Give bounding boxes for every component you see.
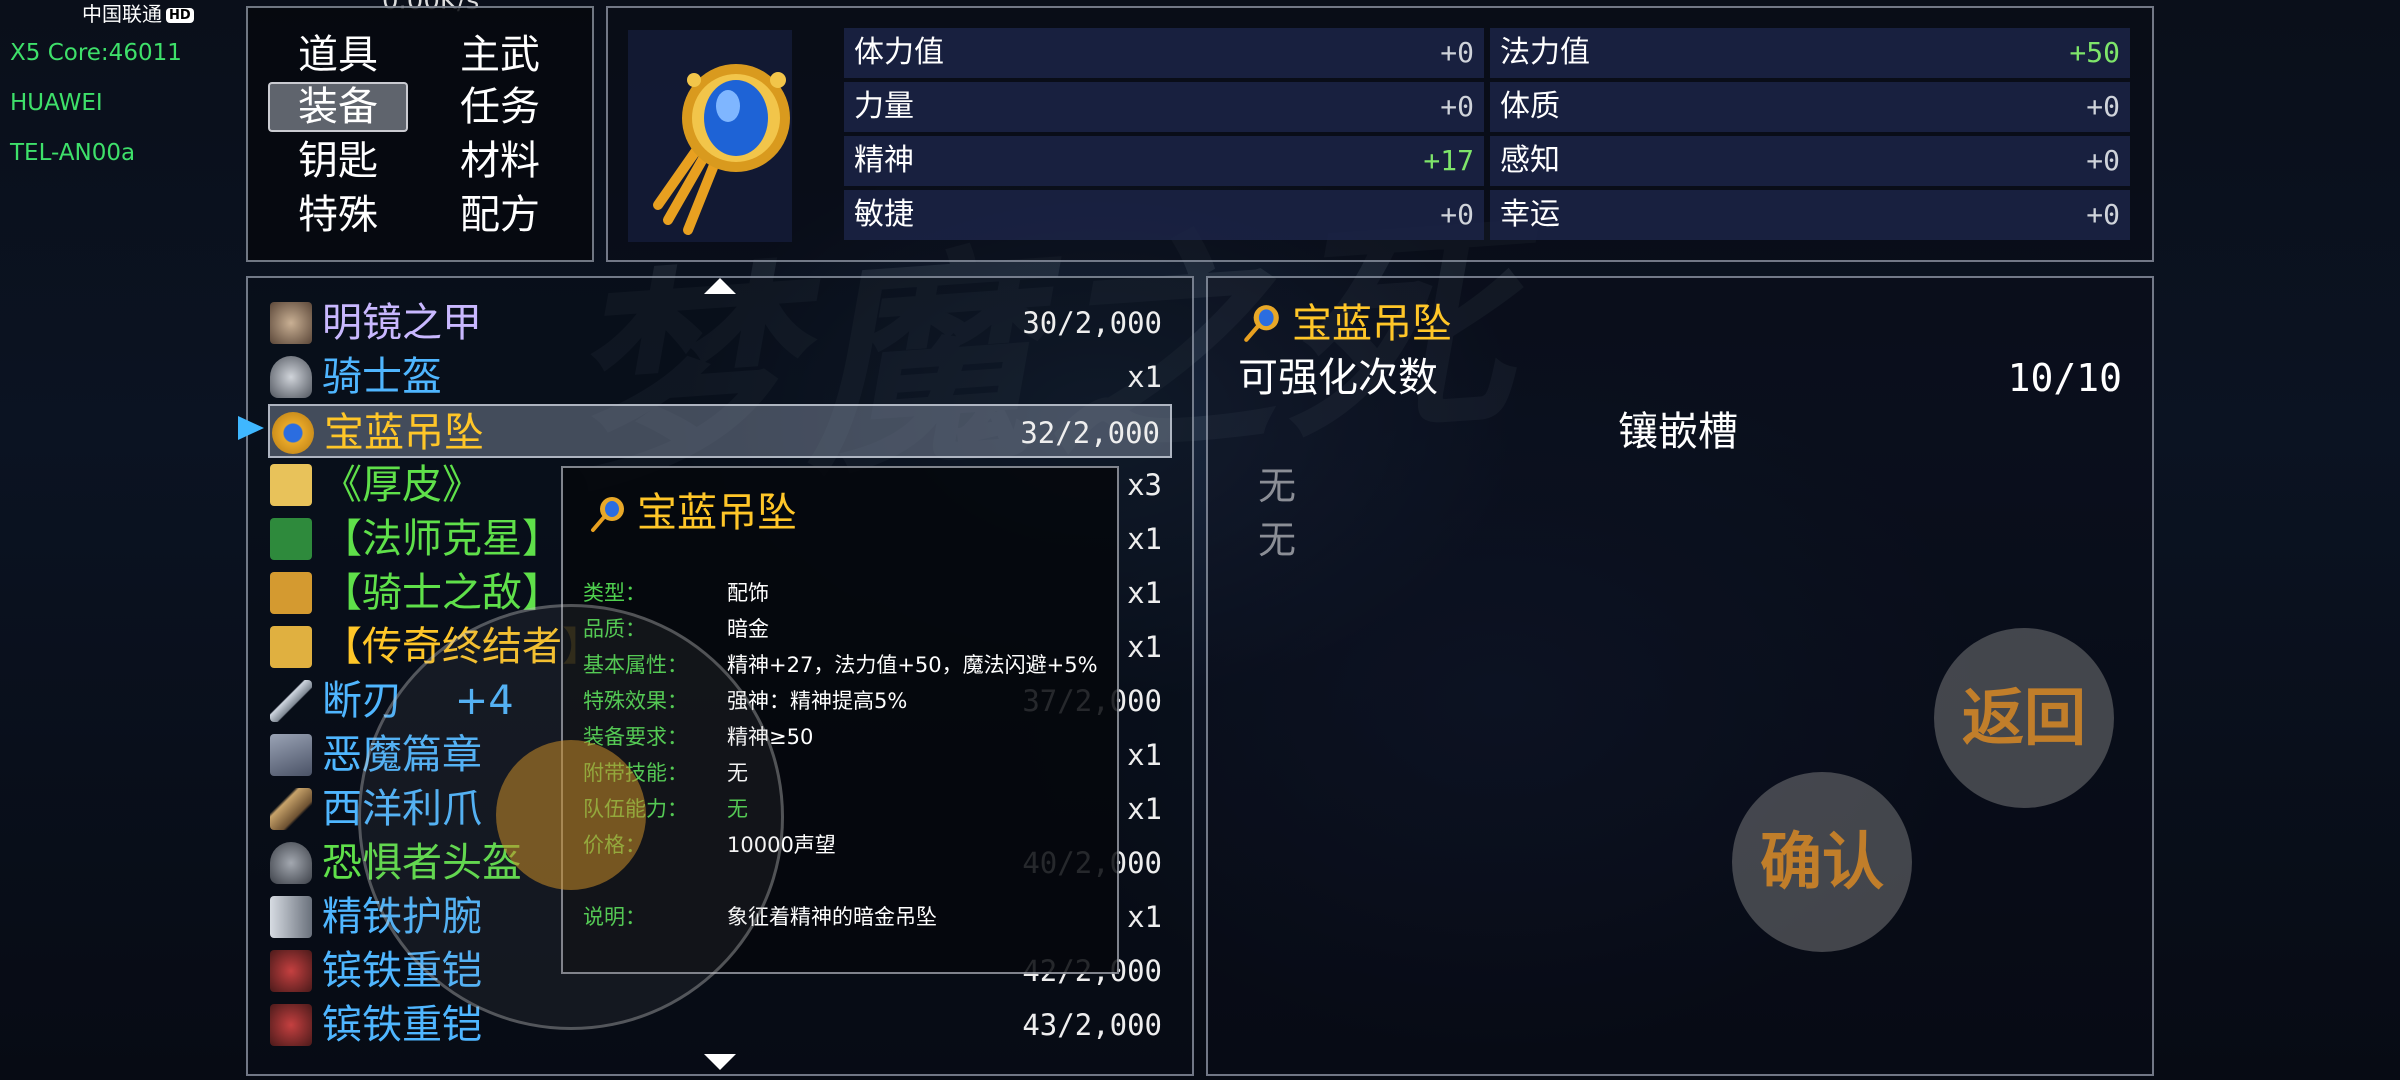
item-quantity: 43/2,000 [1022,1008,1162,1042]
stat-row-perception: 感知 +0 [1490,136,2130,186]
blade-icon [270,680,312,722]
category-tab-quest[interactable]: 任务 [430,82,570,132]
scroll-up-arrow-icon[interactable] [704,278,736,294]
item-name: 宝蓝吊坠 [324,410,484,456]
helmet-icon [270,356,312,398]
category-tab-equipment[interactable]: 装备 [268,82,408,132]
rune-icon [270,518,312,560]
pendant-icon [272,412,314,454]
pendant-icon [1244,305,1279,342]
item-name: 镔铁重铠 [322,1002,482,1048]
pendant-icon [591,497,624,532]
selection-cursor-icon [238,416,264,440]
item-quantity: x1 [1127,738,1162,772]
category-tab-special[interactable]: 特殊 [268,190,408,240]
stat-value: +0 [1440,90,1474,123]
detail-item-name: 宝蓝吊坠 [1292,301,1452,347]
confirm-button[interactable]: 确认 [1732,772,1912,952]
item-row-selected[interactable]: 宝蓝吊坠 32/2,000 [268,404,1172,458]
socket-slots-title: 镶嵌槽 [1618,409,1738,455]
stat-row-mp: 法力值 +50 [1490,28,2130,78]
stat-value: +0 [2086,198,2120,231]
debug-overlay: X5 Core:46011 HUAWEI TEL-AN00a [10,28,182,178]
stat-value: +0 [1440,198,1474,231]
tooltip-value: 精神+27，法力值+50，魔法闪避+5% [727,653,1098,677]
armor-icon [270,950,312,992]
category-tab-keys[interactable]: 钥匙 [268,136,408,186]
stat-row-constitution: 体质 +0 [1490,82,2130,132]
category-tab-main-weapon[interactable]: 主武 [430,30,570,80]
stat-label: 法力值 [1500,35,1590,70]
hd-badge: HD [166,8,194,23]
item-name: 【法师克星】 [322,516,562,562]
carrier-label: 中国联通 HD [82,0,194,27]
item-row[interactable]: 骑士盔 x1 [268,350,1172,404]
category-tab-recipes[interactable]: 配方 [430,190,570,240]
item-name: 骑士盔 [322,354,442,400]
tooltip-value: 配饰 [727,581,769,605]
item-quantity: x1 [1127,630,1162,664]
item-quantity: x1 [1127,900,1162,934]
stat-label: 感知 [1500,143,1560,178]
stat-label: 敏捷 [854,197,914,232]
category-tab-materials[interactable]: 材料 [430,136,570,186]
socket-slot[interactable]: 无 [1258,514,1296,566]
armor-icon [270,302,312,344]
stat-value: +0 [2086,90,2120,123]
item-quantity: 32/2,000 [1020,416,1160,450]
item-quantity: x1 [1127,576,1162,610]
tome-icon [270,734,312,776]
stat-value: +0 [2086,144,2120,177]
armor-icon [270,1004,312,1046]
stat-row-luck: 幸运 +0 [1490,190,2130,240]
stat-row-agility: 敏捷 +0 [844,190,1484,240]
selected-item-icon-box [628,30,792,242]
back-button[interactable]: 返回 [1934,628,2114,808]
claw-icon [270,788,312,830]
scroll-down-arrow-icon[interactable] [704,1054,736,1070]
rune-icon [270,572,312,614]
stat-row-strength: 力量 +0 [844,82,1484,132]
item-quantity: x3 [1127,468,1162,502]
item-row[interactable]: 镔铁重铠 43/2,000 [268,998,1172,1052]
stat-row-spirit: 精神 +17 [844,136,1484,186]
item-quantity: x1 [1127,792,1162,826]
stat-label: 体力值 [854,35,944,70]
tooltip-value: 暗金 [727,617,769,641]
stat-row-hp: 体力值 +0 [844,28,1484,78]
item-name: 明镜之甲 [322,300,482,346]
item-quantity: 30/2,000 [1022,306,1162,340]
tooltip-key: 类型： [583,581,646,605]
enhance-count-value: 10/10 [2007,356,2122,400]
item-quantity: x1 [1127,360,1162,394]
stat-value: +50 [2069,36,2120,69]
virtual-joystick-knob[interactable] [496,740,646,890]
item-name: 《厚皮》 [322,462,482,508]
stat-value: +17 [1423,144,1474,177]
stat-label: 力量 [854,89,914,124]
category-tab-tools[interactable]: 道具 [268,30,408,80]
stat-label: 体质 [1500,89,1560,124]
stat-value: +0 [1440,36,1474,69]
helmet-icon [270,842,312,884]
socket-slot[interactable]: 无 [1258,460,1296,512]
rune-icon [270,626,312,668]
enhance-count-label: 可强化次数 [1238,355,1438,401]
stat-label: 精神 [854,143,914,178]
item-row[interactable]: 明镜之甲 30/2,000 [268,296,1172,350]
item-quantity: x1 [1127,522,1162,556]
debug-line: X5 Core:46011 [10,40,182,66]
debug-line: TEL-AN00a [10,140,136,166]
stat-label: 幸运 [1500,197,1560,232]
tooltip-title: 宝蓝吊坠 [637,490,797,536]
skillbook-icon [270,464,312,506]
bracer-icon [270,896,312,938]
pendant-icon [653,64,790,235]
debug-line: HUAWEI [10,90,103,116]
